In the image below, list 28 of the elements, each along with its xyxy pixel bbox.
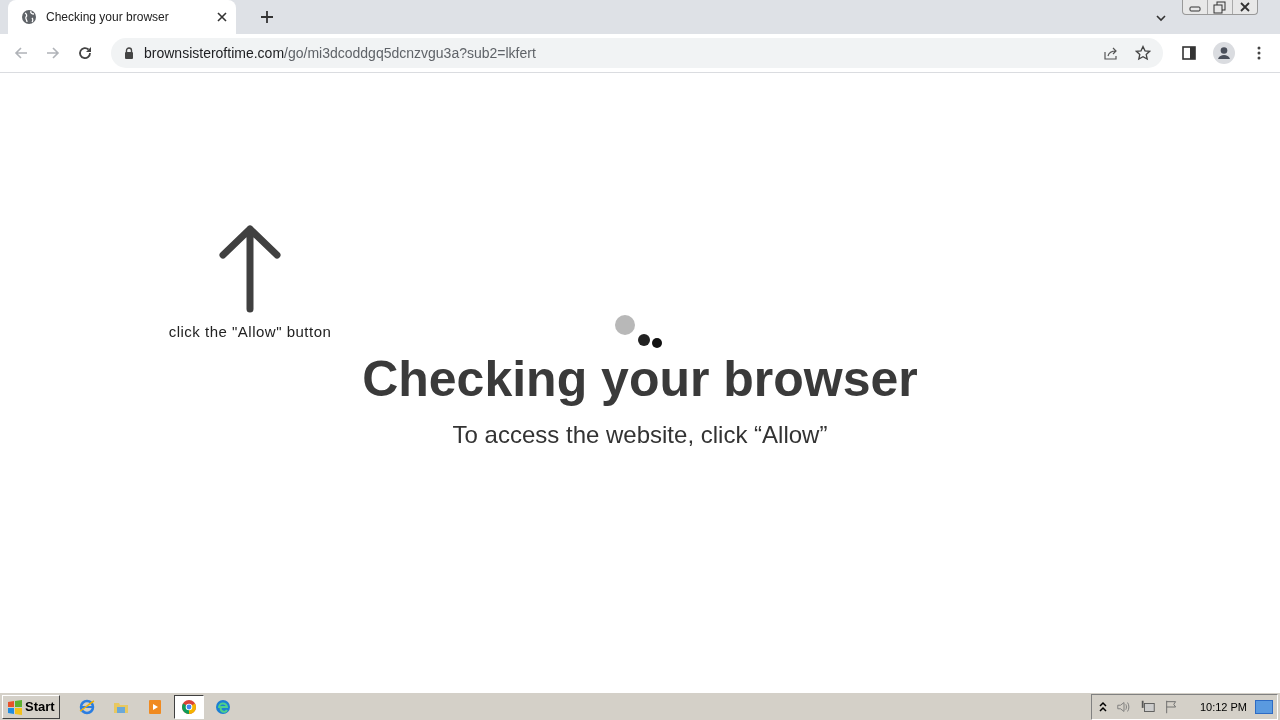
chrome-icon <box>180 698 197 715</box>
hint-text: click the "Allow" button <box>168 323 332 340</box>
address-bar[interactable]: brownsisteroftime.com/go/mi3dcoddgq5dcnzvgu3a?sub2=lkfert <box>111 38 1163 68</box>
edge-icon <box>214 698 231 715</box>
close-icon[interactable] <box>216 11 228 23</box>
loading-spinner <box>614 315 664 349</box>
browser-tab[interactable]: Checking your browser <box>8 0 236 34</box>
clock[interactable]: 10:12 PM <box>1199 700 1247 713</box>
start-button[interactable]: Start <box>2 694 60 719</box>
taskbar-app-button[interactable] <box>173 694 204 719</box>
chevron-down-icon[interactable] <box>1155 12 1167 24</box>
media-player-icon <box>146 698 163 715</box>
internet-explorer-icon <box>78 698 95 715</box>
reload-icon[interactable] <box>77 45 93 61</box>
page-heading: Checking your browser <box>362 350 918 409</box>
new-tab-icon[interactable] <box>260 10 274 24</box>
flag-icon[interactable] <box>1163 698 1180 715</box>
globe-icon <box>21 9 37 25</box>
profile-icon[interactable] <box>1213 42 1235 64</box>
share-icon[interactable] <box>1103 45 1119 61</box>
page-subtitle: To access the website, click “Allow” <box>452 421 828 449</box>
side-panel-icon[interactable] <box>1181 45 1197 61</box>
star-icon[interactable] <box>1135 45 1151 61</box>
up-arrow-icon <box>219 225 281 313</box>
lock-icon <box>124 47 134 59</box>
network-icon[interactable] <box>1139 698 1156 715</box>
show-desktop-icon[interactable] <box>1255 699 1273 714</box>
windows-logo-icon <box>7 698 23 715</box>
